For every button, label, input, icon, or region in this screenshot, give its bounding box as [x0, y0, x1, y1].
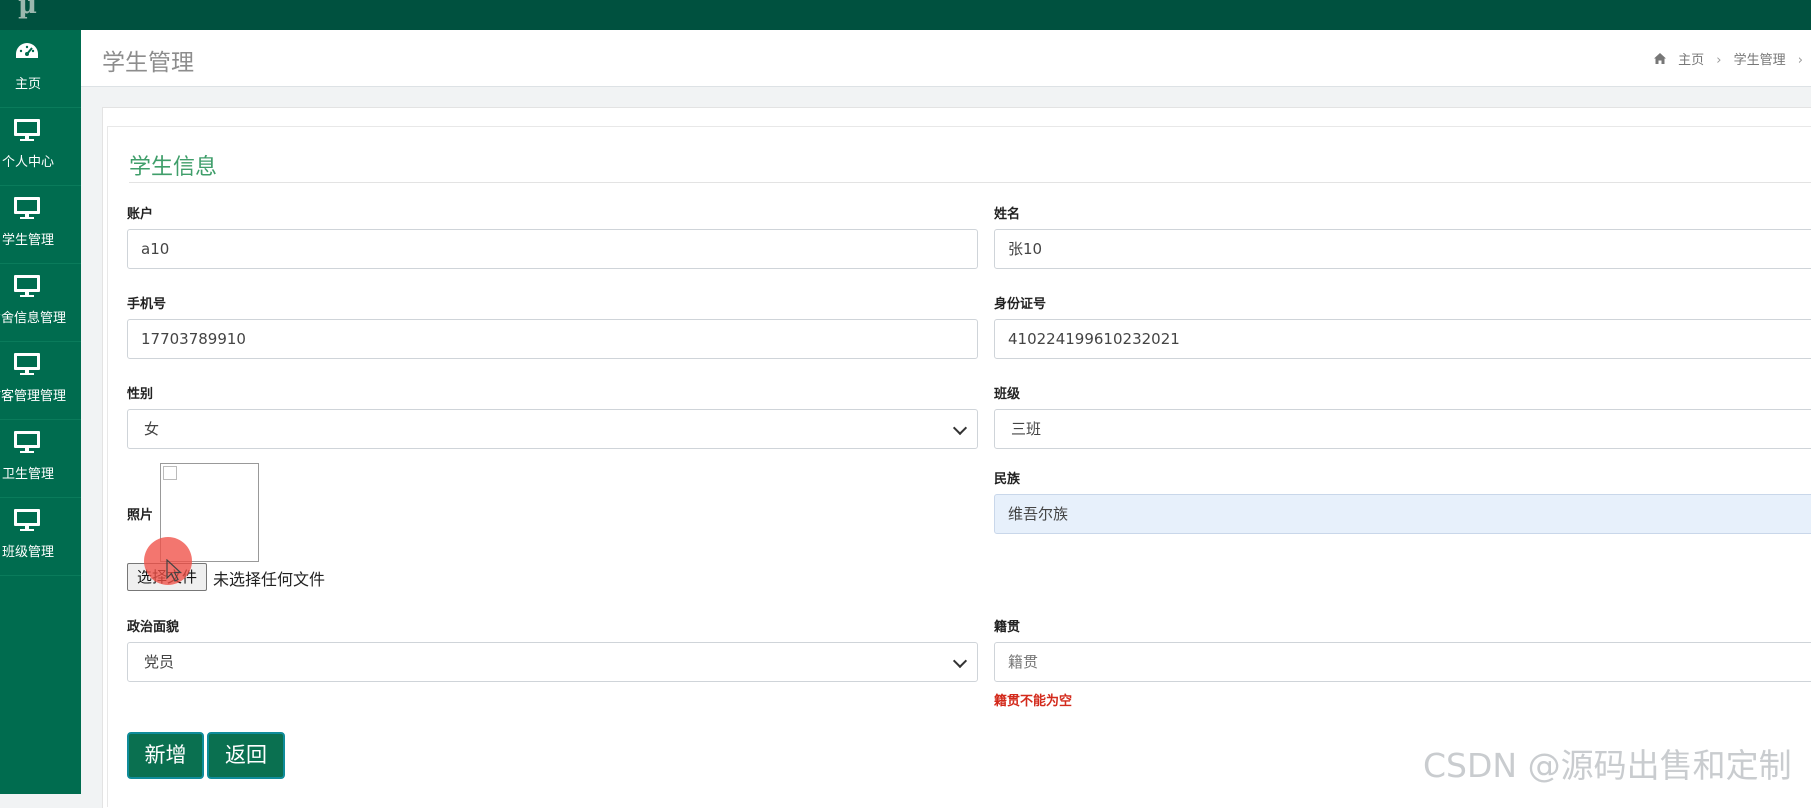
- section-title: 学生信息: [129, 155, 218, 180]
- monitor-icon: [14, 275, 40, 297]
- class-value: 三班: [1011, 420, 1042, 438]
- sidebar: 主页 个人中心 学生管理 宿舍信息管理 访客管理管理 卫生管: [0, 30, 81, 794]
- monitor-icon: [14, 197, 40, 219]
- phone-input[interactable]: 17703789910: [127, 319, 978, 359]
- top-bar: µ: [0, 0, 1811, 30]
- phone-label: 手机号: [127, 297, 167, 312]
- sidebar-item-hygiene[interactable]: 卫生管理: [0, 420, 81, 498]
- chevron-down-icon: [952, 653, 968, 669]
- account-label: 账户: [127, 207, 154, 222]
- sidebar-item-label: 主页: [14, 77, 41, 92]
- chevron-down-icon: [952, 420, 968, 436]
- sidebar-item-home[interactable]: 主页: [0, 30, 81, 108]
- breadcrumb-home-link[interactable]: 主页: [1678, 53, 1704, 68]
- class-select[interactable]: 三班: [994, 409, 1811, 449]
- class-label: 班级: [994, 387, 1021, 402]
- monitor-icon: [14, 431, 40, 453]
- gender-label: 性别: [127, 387, 154, 402]
- sidebar-item-label: 卫生管理: [1, 467, 54, 482]
- file-status-text: 未选择任何文件: [213, 570, 326, 589]
- name-input[interactable]: 张10: [994, 229, 1811, 269]
- id-number-input[interactable]: 410224199610232021: [994, 319, 1811, 359]
- add-button[interactable]: 新增: [127, 732, 204, 779]
- political-select[interactable]: 党员: [127, 642, 978, 682]
- sidebar-item-students[interactable]: 学生管理: [0, 186, 81, 264]
- monitor-icon: [14, 509, 40, 531]
- breadcrumb: 主页 › 学生管理 ›: [1654, 49, 1811, 68]
- political-label: 政治面貌: [127, 620, 180, 635]
- home-icon: [1654, 53, 1670, 68]
- sidebar-item-label: 班级管理: [1, 545, 54, 560]
- page-header: 学生管理 主页 › 学生管理 ›: [81, 30, 1811, 87]
- sidebar-item-label: 学生管理: [1, 233, 54, 248]
- watermark: CSDN @源码出售和定制: [1423, 746, 1792, 785]
- ethnicity-label: 民族: [994, 472, 1021, 487]
- account-input[interactable]: a10: [127, 229, 978, 269]
- chevron-right-icon: ›: [1797, 53, 1803, 68]
- sidebar-item-label: 个人中心: [1, 155, 54, 170]
- political-value: 党员: [144, 653, 175, 671]
- form-card: 学生信息: [102, 107, 1811, 808]
- gender-value: 女: [144, 420, 160, 438]
- back-button[interactable]: 返回: [207, 732, 285, 779]
- dashboard-icon: [16, 43, 38, 58]
- gender-select[interactable]: 女: [127, 409, 978, 449]
- id-number-label: 身份证号: [994, 297, 1047, 312]
- sidebar-item-visitors[interactable]: 访客管理管理: [0, 342, 81, 420]
- monitor-icon: [14, 353, 40, 375]
- sidebar-item-label: 访客管理管理: [0, 389, 67, 404]
- monitor-icon: [14, 119, 40, 141]
- hometown-error: 籍贯不能为空: [994, 694, 1073, 709]
- hometown-label: 籍贯: [994, 620, 1021, 635]
- mouse-cursor-icon: [166, 559, 183, 582]
- page-title: 学生管理: [102, 50, 194, 76]
- sidebar-item-dorm[interactable]: 宿舍信息管理: [0, 264, 81, 342]
- sidebar-item-classes[interactable]: 班级管理: [0, 498, 81, 576]
- breadcrumb-current: 学生管理: [1733, 53, 1786, 68]
- name-label: 姓名: [994, 207, 1021, 222]
- divider: [129, 182, 1811, 183]
- chevron-right-icon: ›: [1716, 53, 1722, 68]
- sidebar-item-label: 宿舍信息管理: [0, 311, 67, 326]
- ethnicity-input[interactable]: 维吾尔族: [994, 494, 1811, 534]
- app-logo: µ: [18, 0, 38, 20]
- photo-label: 照片: [127, 508, 154, 523]
- broken-image-icon: [163, 466, 177, 480]
- hometown-input[interactable]: 籍贯: [994, 642, 1811, 682]
- sidebar-item-profile[interactable]: 个人中心: [0, 108, 81, 186]
